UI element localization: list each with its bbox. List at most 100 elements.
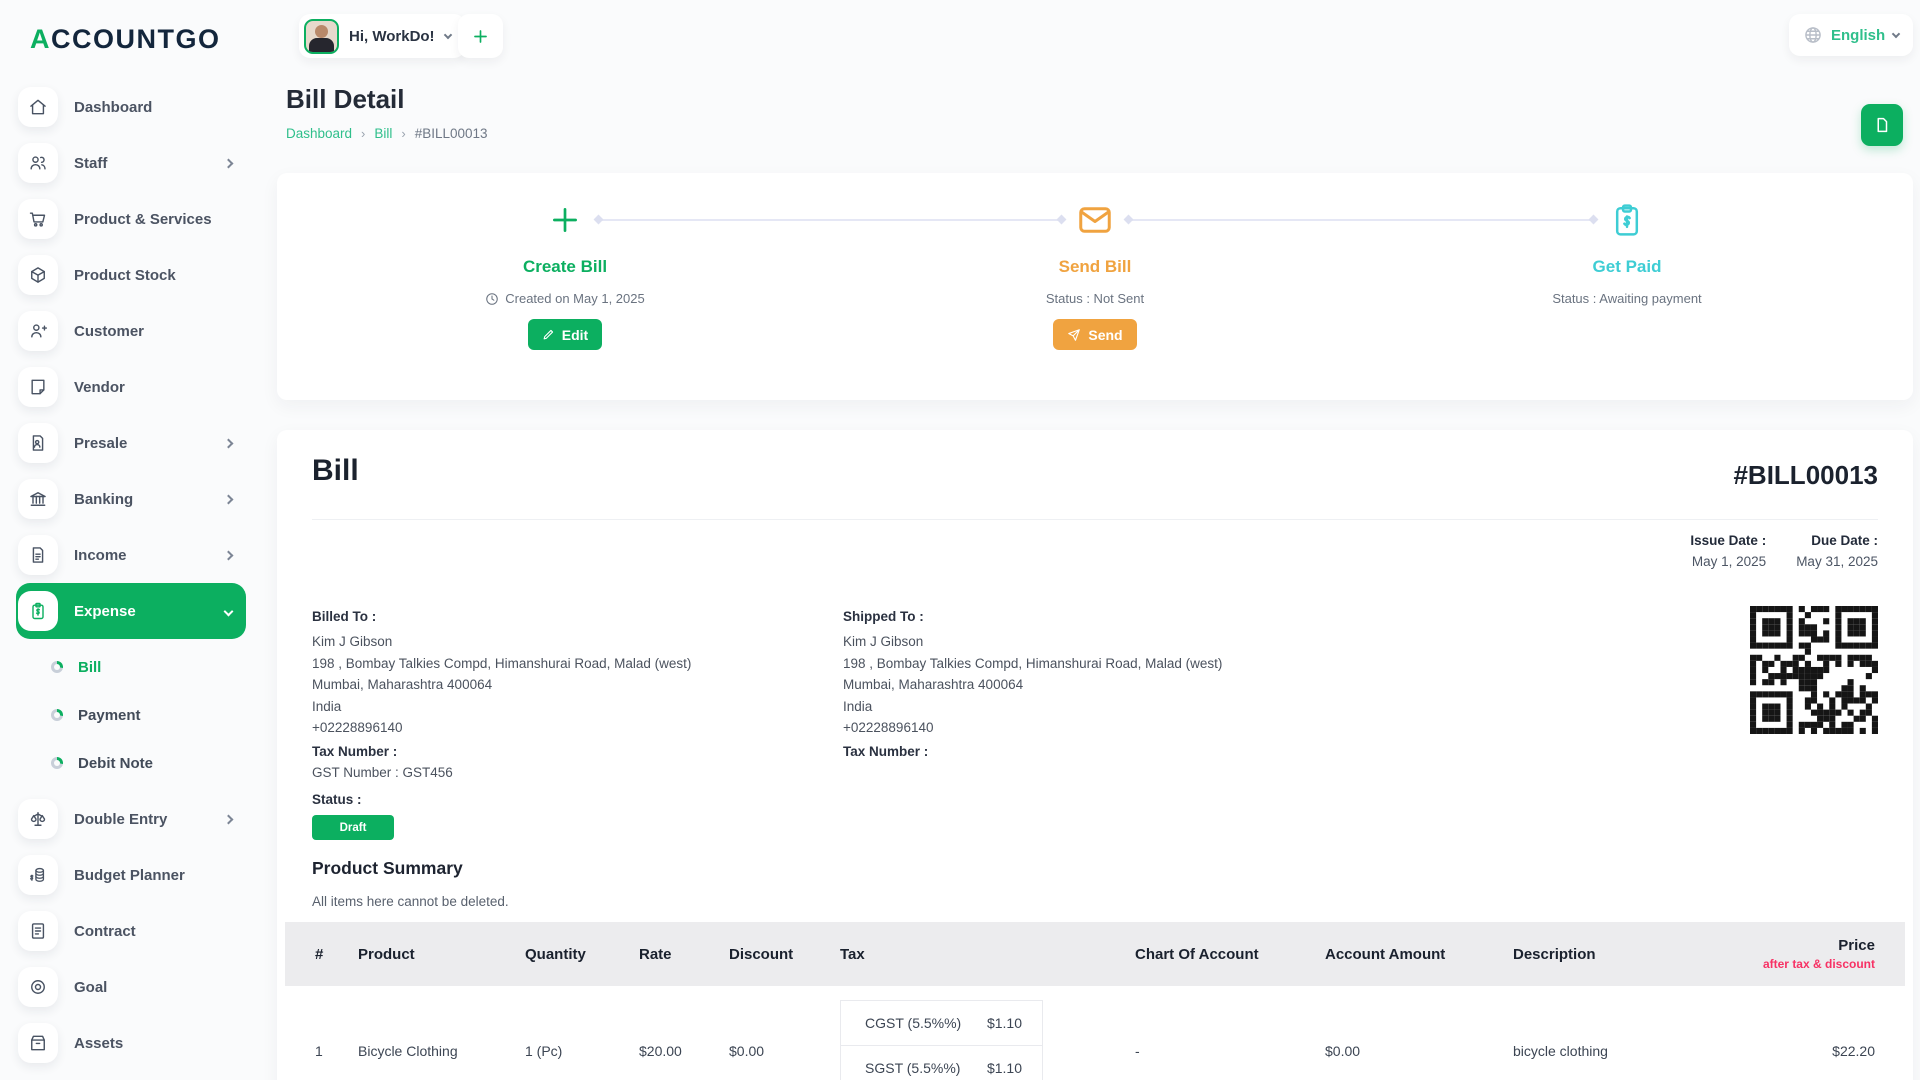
shipped-to-block: Shipped To : Kim J Gibson 198 , Bombay T… <box>843 609 1323 762</box>
breadcrumb: Dashboard › Bill › #BILL00013 <box>286 126 488 141</box>
user-greeting: Hi, WorkDo! <box>349 28 435 45</box>
expense-clipboard-icon <box>18 591 58 631</box>
step-status: Created on May 1, 2025 <box>485 291 644 306</box>
sidebar-item-income[interactable]: Income <box>16 527 246 583</box>
pencil-icon <box>542 328 555 341</box>
bullet-icon <box>51 709 63 721</box>
product-table: # Product Quantity Rate Discount Tax Cha… <box>285 922 1905 1080</box>
plus-icon <box>548 201 582 239</box>
step-get-paid: Get Paid Status : Awaiting payment <box>1407 173 1847 306</box>
home-icon <box>18 87 58 127</box>
language-label: English <box>1831 27 1885 44</box>
cart-icon <box>18 199 58 239</box>
cell-chart-of-account: - <box>1135 986 1325 1080</box>
user-menu[interactable]: Hi, WorkDo! <box>299 14 465 58</box>
sidebar-subitem-payment[interactable]: Payment <box>16 691 246 739</box>
col-product: Product <box>358 922 525 986</box>
sidebar: ACCOUNTGO Dashboard Staff Product & Serv… <box>0 0 262 1080</box>
step-title: Send Bill <box>1059 257 1132 277</box>
divider <box>312 519 1878 520</box>
sidebar-item-label: Contract <box>74 923 136 940</box>
sidebar-item-contract[interactable]: Contract <box>16 903 246 959</box>
chevron-right-icon <box>224 550 234 560</box>
app-logo[interactable]: ACCOUNTGO <box>30 24 262 55</box>
sidebar-item-label: Debit Note <box>78 755 153 772</box>
cell-rate: $20.00 <box>639 986 729 1080</box>
cell-product: Bicycle Clothing <box>358 986 525 1080</box>
edit-bill-button[interactable]: Edit <box>528 319 602 350</box>
envelope-icon <box>1077 201 1113 239</box>
step-title: Get Paid <box>1593 257 1662 277</box>
tax-row-sgst: SGST (5.5%%) $1.10 <box>841 1045 1042 1080</box>
sidebar-item-label: Dashboard <box>74 99 152 116</box>
sidebar-item-label: Banking <box>74 491 133 508</box>
product-summary-title: Product Summary <box>312 858 463 879</box>
archive-icon <box>18 1023 58 1063</box>
language-selector[interactable]: English <box>1789 14 1913 56</box>
sidebar-item-banking[interactable]: Banking <box>16 471 246 527</box>
invoice-dollar-icon <box>1611 201 1643 239</box>
export-bill-button[interactable] <box>1861 104 1903 146</box>
sidebar-subitem-debit-note[interactable]: Debit Note <box>16 739 246 787</box>
sidebar-item-vendor[interactable]: Vendor <box>16 359 246 415</box>
note-icon <box>18 367 58 407</box>
sidebar-item-goal[interactable]: Goal <box>16 959 246 1015</box>
cell-description: bicycle clothing <box>1513 986 1753 1080</box>
sidebar-item-label: Assets <box>74 1035 123 1052</box>
bullet-icon <box>51 661 63 673</box>
sidebar-nav: Dashboard Staff Product & Services Produ… <box>16 79 262 1071</box>
price-subtitle: after tax & discount <box>1753 957 1875 971</box>
cell-account-amount: $0.00 <box>1325 986 1513 1080</box>
sidebar-item-label: Budget Planner <box>74 867 185 884</box>
chevron-down-icon <box>1892 29 1900 37</box>
tax-row-cgst: CGST (5.5%%) $1.10 <box>841 1001 1042 1045</box>
add-button[interactable] <box>458 14 503 58</box>
breadcrumb-current: #BILL00013 <box>415 126 488 141</box>
bill-detail-card: Bill #BILL00013 Issue Date : May 1, 2025… <box>277 430 1913 1080</box>
breadcrumb-bill[interactable]: Bill <box>374 126 392 141</box>
col-description: Description <box>1513 922 1753 986</box>
sidebar-item-label: Product Stock <box>74 267 176 284</box>
sidebar-item-double-entry[interactable]: Double Entry <box>16 791 246 847</box>
bullet-icon <box>51 757 63 769</box>
sidebar-item-product-stock[interactable]: Product Stock <box>16 247 246 303</box>
chevron-right-icon <box>224 158 234 168</box>
breadcrumb-dashboard[interactable]: Dashboard <box>286 126 352 141</box>
table-row: 1 Bicycle Clothing 1 (Pc) $20.00 $0.00 C… <box>285 986 1905 1080</box>
status-badge: Draft <box>312 815 394 840</box>
users-icon <box>18 143 58 183</box>
target-icon <box>18 967 58 1007</box>
sidebar-item-label: Payment <box>78 707 141 724</box>
sidebar-item-expense[interactable]: Expense <box>16 583 246 639</box>
col-tax: Tax <box>840 922 1135 986</box>
step-title: Create Bill <box>523 257 607 277</box>
col-account-amount: Account Amount <box>1325 922 1513 986</box>
clock-icon <box>485 292 499 306</box>
sidebar-item-product-services[interactable]: Product & Services <box>16 191 246 247</box>
plus-icon <box>471 27 490 46</box>
sidebar-item-budget-planner[interactable]: Budget Planner <box>16 847 246 903</box>
chevron-down-icon <box>224 606 234 616</box>
chevron-right-icon <box>224 438 234 448</box>
sidebar-item-presale[interactable]: Presale <box>16 415 246 471</box>
sidebar-item-assets[interactable]: Assets <box>16 1015 246 1071</box>
table-header-row: # Product Quantity Rate Discount Tax Cha… <box>285 922 1905 986</box>
sidebar-item-staff[interactable]: Staff <box>16 135 246 191</box>
avatar <box>304 19 339 54</box>
file-person-icon <box>18 423 58 463</box>
sidebar-item-label: Bill <box>78 659 101 676</box>
chevron-right-icon <box>224 494 234 504</box>
bill-dates: Issue Date : May 1, 2025 Due Date : May … <box>1690 533 1878 569</box>
sidebar-subitem-bill[interactable]: Bill <box>16 643 246 691</box>
sidebar-item-customer[interactable]: Customer <box>16 303 246 359</box>
step-send-bill: Send Bill Status : Not Sent Send <box>875 173 1315 350</box>
issue-date: Issue Date : May 1, 2025 <box>1690 533 1766 569</box>
col-number: # <box>285 922 358 986</box>
cell-discount: $0.00 <box>729 986 840 1080</box>
bank-icon <box>18 479 58 519</box>
sidebar-item-dashboard[interactable]: Dashboard <box>16 79 246 135</box>
send-bill-button[interactable]: Send <box>1053 319 1136 350</box>
breadcrumb-separator: › <box>401 126 405 141</box>
chevron-right-icon <box>224 814 234 824</box>
step-create-bill: Create Bill Created on May 1, 2025 Edit <box>345 173 785 350</box>
